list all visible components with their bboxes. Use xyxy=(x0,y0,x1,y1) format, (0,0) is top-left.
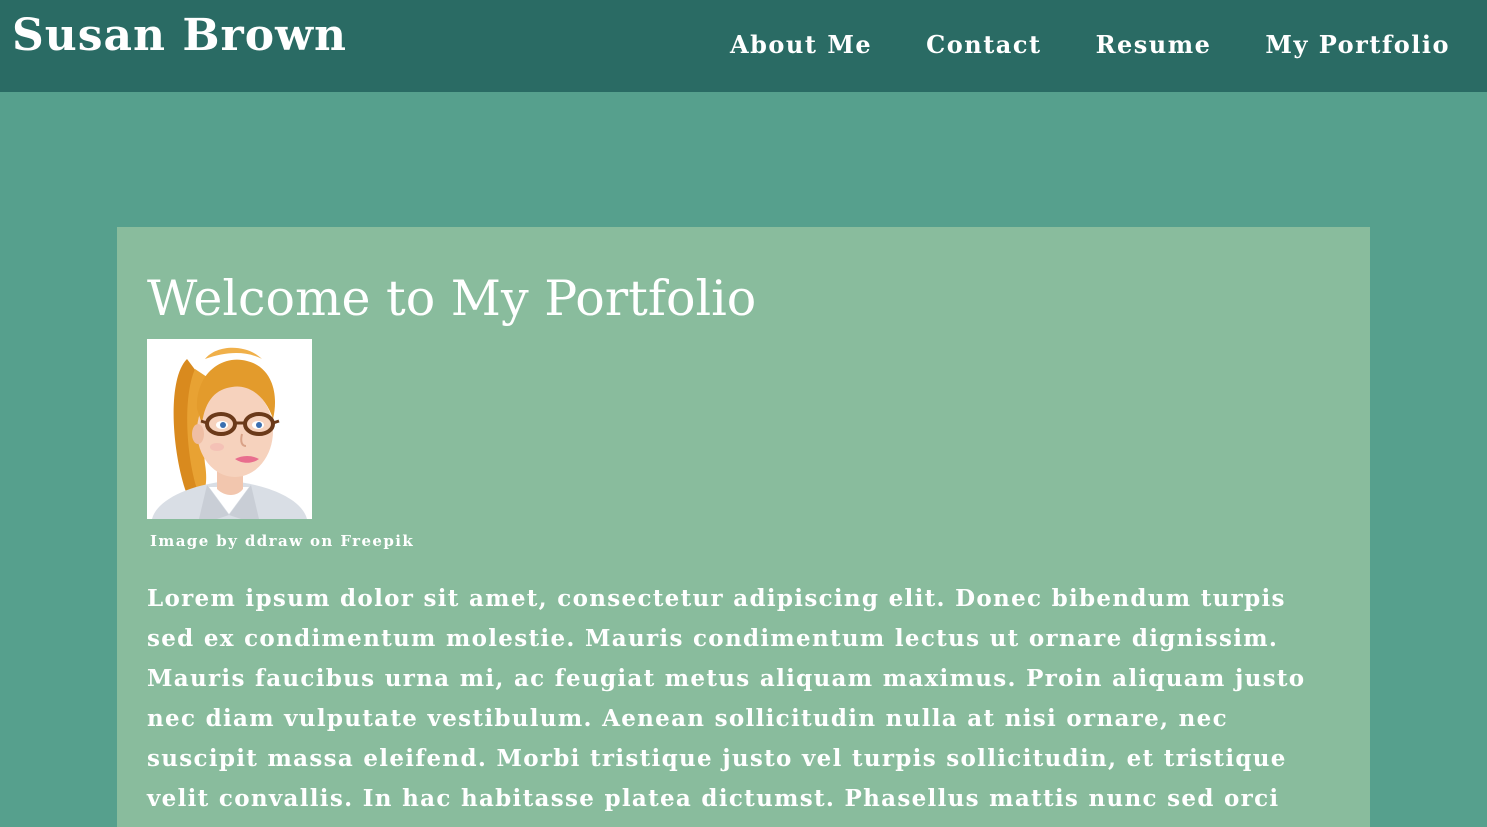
image-credit[interactable]: Image by ddraw on Freepik xyxy=(150,532,414,550)
main-nav: About Me Contact Resume My Portfolio xyxy=(730,28,1450,62)
site-header: Susan Brown About Me Contact Resume My P… xyxy=(0,0,1487,92)
intro-paragraph: Lorem ipsum dolor sit amet, consectetur … xyxy=(147,585,1306,812)
content-panel: Welcome to My Portfolio Image by ddraw o… xyxy=(117,227,1370,827)
woman-avatar-icon xyxy=(147,339,312,519)
nav-my-portfolio[interactable]: My Portfolio xyxy=(1265,28,1450,62)
site-title[interactable]: Susan Brown xyxy=(12,8,347,64)
nav-contact[interactable]: Contact xyxy=(926,28,1041,62)
nav-resume[interactable]: Resume xyxy=(1096,28,1212,62)
profile-portrait xyxy=(147,339,312,519)
page-title: Welcome to My Portfolio xyxy=(147,270,757,327)
nav-about-me[interactable]: About Me xyxy=(730,28,872,62)
